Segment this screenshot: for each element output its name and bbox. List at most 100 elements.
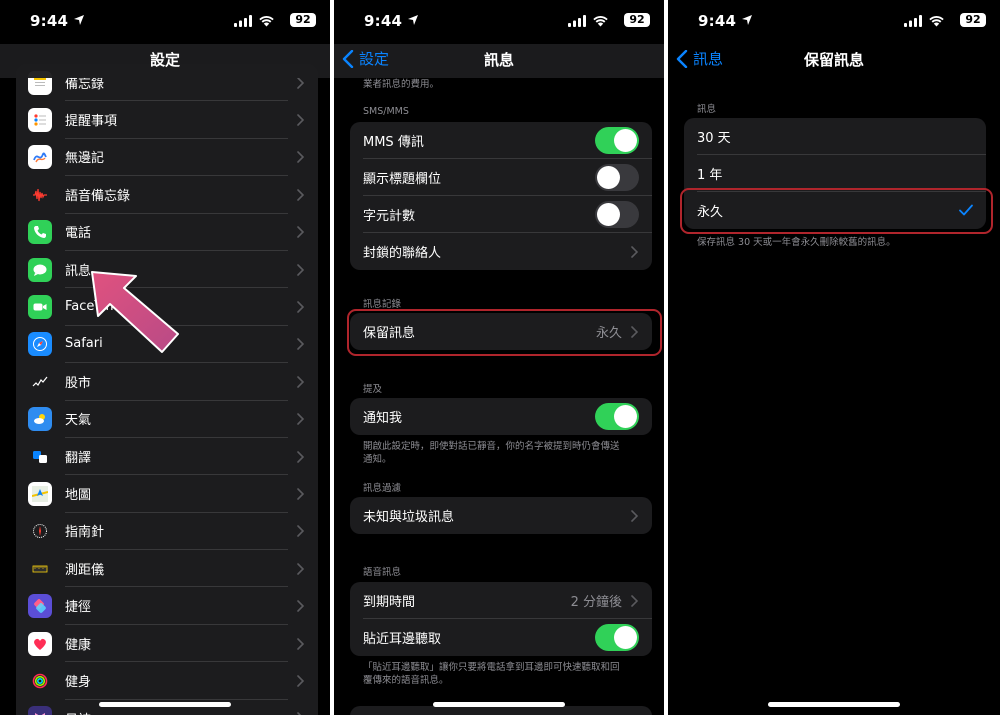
settings-row-label: 翻譯 — [65, 450, 92, 466]
character-count-label: 字元計數 — [363, 209, 416, 224]
option-30-days-label: 30 天 — [697, 131, 731, 146]
status-bar: 9:44 92 — [668, 0, 1000, 44]
freeform-icon — [28, 145, 52, 170]
blocked-contacts-row[interactable]: 封鎖的聯絡人 — [350, 233, 652, 270]
settings-row-label: 無邊記 — [65, 151, 105, 167]
journal-icon — [28, 706, 52, 715]
location-arrow-icon — [74, 15, 84, 25]
facetime-icon — [28, 295, 52, 320]
chevron-right-icon — [297, 413, 304, 426]
status-time: 9:44 — [30, 12, 69, 30]
filter-group: 未知與垃圾訊息 — [350, 497, 652, 534]
status-bar: 9:44 92 — [334, 0, 664, 44]
section-header-messages: 訊息 — [697, 104, 717, 115]
compass-icon — [28, 519, 52, 544]
battery-indicator: 92 — [290, 13, 316, 27]
cellular-signal-icon — [568, 15, 586, 27]
status-bar: 9:44 92 — [0, 0, 330, 44]
settings-row-label: 天氣 — [65, 413, 92, 429]
home-indicator — [768, 702, 900, 707]
section-header-sms: SMS/MMS — [363, 106, 409, 117]
section-header-audio: 語音訊息 — [363, 567, 402, 578]
status-time: 9:44 — [364, 12, 403, 30]
expire-row[interactable]: 到期時間 2 分鐘後 — [350, 582, 652, 619]
raise-to-listen-row: 貼近耳邊聽取 — [350, 619, 652, 656]
option-1-year-label: 1 年 — [697, 168, 723, 183]
notify-footer: 開啟此設定時，即使對話已靜音，你的名字被提到時仍會傳送通知。 — [363, 441, 620, 465]
settings-row-freeform[interactable]: 無邊記 — [16, 139, 318, 177]
chevron-right-icon — [297, 76, 304, 89]
weather-icon — [28, 407, 52, 432]
settings-row-label: 日誌 — [65, 709, 91, 715]
settings-row-measure[interactable]: 測距儀 — [16, 550, 318, 588]
sms-footer-cut: 業者訊息的費用。 — [363, 79, 440, 90]
chevron-right-icon — [631, 594, 638, 607]
settings-row-stocks[interactable]: 股市 — [16, 363, 318, 401]
option-30-days[interactable]: 30 天 — [684, 118, 986, 155]
settings-row-weather[interactable]: 天氣 — [16, 401, 318, 438]
settings-row-voice-memos[interactable]: 語音備忘錄 — [16, 176, 318, 214]
phone-icon — [28, 220, 52, 245]
location-arrow-icon — [408, 15, 418, 25]
nav-bar: 訊息 保留訊息 — [668, 44, 1000, 78]
settings-row-label: 測距儀 — [65, 562, 105, 578]
settings-row-label: 捷徑 — [65, 600, 92, 616]
notify-me-toggle[interactable] — [595, 403, 639, 430]
audio-footer: 「貼近耳邊聽取」讓你只要將電話拿到耳邊即可快速聽取和回覆傳來的語音訊息。 — [363, 662, 620, 686]
cellular-signal-icon — [234, 15, 252, 27]
mms-toggle[interactable] — [595, 127, 639, 154]
page-title: 訊息 — [483, 51, 514, 69]
notify-me-row: 通知我 — [350, 398, 652, 435]
settings-row-label: 健身 — [65, 674, 92, 690]
translate-icon — [28, 444, 52, 469]
settings-row-reminders[interactable]: 提醒事項 — [16, 101, 318, 139]
settings-row-phone[interactable]: 電話 — [16, 214, 318, 251]
status-time: 9:44 — [698, 12, 737, 30]
mms-row: MMS 傳訊 — [350, 122, 652, 159]
chevron-right-icon — [297, 114, 304, 126]
wifi-icon — [929, 16, 944, 27]
audio-group: 到期時間 2 分鐘後 貼近耳邊聽取 — [350, 582, 652, 656]
battery-indicator: 92 — [624, 13, 650, 27]
subject-field-row: 顯示標題欄位 — [350, 159, 652, 196]
chevron-right-icon — [297, 525, 304, 538]
nav-bar: 設定 訊息 — [334, 44, 664, 78]
blocked-contacts-label: 封鎖的聯絡人 — [363, 246, 442, 261]
measure-icon — [28, 556, 52, 581]
next-group-cut — [350, 706, 652, 715]
wifi-icon — [259, 16, 274, 27]
reminders-icon — [28, 108, 52, 133]
settings-row-label: 地圖 — [65, 487, 92, 503]
subject-field-toggle[interactable] — [595, 164, 639, 191]
settings-row-label: 股市 — [65, 375, 92, 391]
sms-group: MMS 傳訊 顯示標題欄位 字元計數 封鎖的聯絡人 — [350, 122, 652, 270]
raise-to-listen-label: 貼近耳邊聽取 — [363, 632, 442, 647]
chevron-right-icon — [631, 245, 638, 258]
settings-row-maps[interactable]: 地圖 — [16, 475, 318, 513]
settings-row-label: 提醒事項 — [65, 114, 118, 130]
settings-row-health[interactable]: 健康 — [16, 625, 318, 663]
option-1-year[interactable]: 1 年 — [684, 155, 986, 192]
chevron-right-icon — [297, 376, 304, 388]
health-icon — [28, 631, 52, 656]
chevron-right-icon — [297, 263, 304, 276]
section-header-mentions: 提及 — [363, 384, 383, 395]
character-count-toggle[interactable] — [595, 201, 639, 228]
voice-memos-icon — [28, 182, 52, 207]
settings-row-compass[interactable]: 指南針 — [16, 513, 318, 551]
subject-field-label: 顯示標題欄位 — [363, 172, 442, 187]
chevron-right-icon — [297, 637, 304, 650]
settings-row-label: 健康 — [65, 637, 92, 653]
messages-settings-screen: 9:44 92 設定 訊息 業者訊息的費用。 SMS/MMS MMS 傳訊 顯示… — [334, 0, 664, 715]
settings-row-translate[interactable]: 翻譯 — [16, 438, 318, 476]
settings-row-shortcuts[interactable]: 捷徑 — [16, 587, 318, 625]
keep-footer: 保存訊息 30 天或一年會永久刪除較舊的訊息。 — [697, 237, 896, 248]
maps-icon — [28, 481, 52, 506]
unknown-spam-row[interactable]: 未知與垃圾訊息 — [350, 497, 652, 534]
shortcuts-icon — [28, 594, 52, 619]
settings-row-label: 指南針 — [65, 525, 105, 541]
page-title: 設定 — [149, 51, 180, 69]
settings-row-fitness[interactable]: 健身 — [16, 662, 318, 700]
raise-to-listen-toggle[interactable] — [595, 624, 639, 651]
chevron-right-icon — [297, 562, 304, 575]
